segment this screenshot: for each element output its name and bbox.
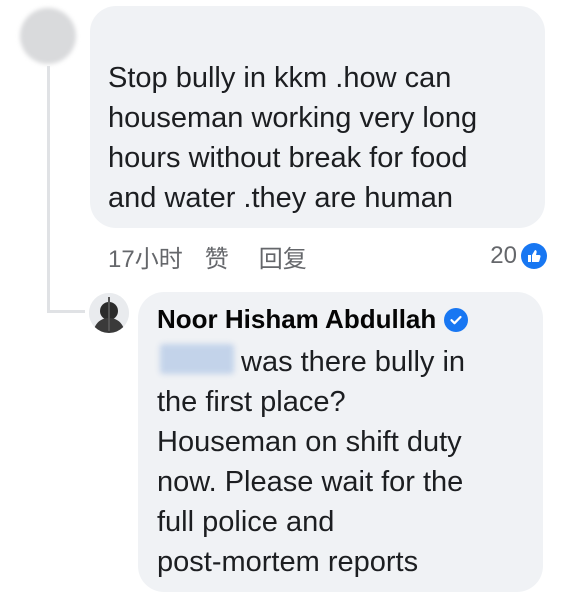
comment-text-line: and water .they are human xyxy=(108,182,453,214)
reply-text: was there bully in the first place? Hous… xyxy=(157,342,537,582)
comment-text-line: Stop bully in kkm .how can xyxy=(108,62,452,94)
reply-author-name[interactable]: Noor Hisham Abdullah xyxy=(157,304,436,335)
comment-author-avatar[interactable] xyxy=(20,8,76,64)
reply-text-line: Houseman on shift duty xyxy=(157,426,462,458)
like-button[interactable]: 赞 xyxy=(205,239,229,274)
reaction-count: 20 xyxy=(490,242,517,269)
comment-text-line: hours without break for food xyxy=(108,142,468,174)
reply-author-avatar[interactable] xyxy=(89,293,129,333)
reply-author-row: Noor Hisham Abdullah xyxy=(157,304,469,335)
comment-text-line: houseman working very long xyxy=(108,102,478,134)
reply-text-line: post-mortem reports xyxy=(157,546,419,578)
comment-text: Stop bully in kkm .how can houseman work… xyxy=(108,58,538,218)
reply-text-line: full police and xyxy=(157,506,335,538)
reply-text-line: now. Please wait for the xyxy=(157,466,464,498)
comment-actions: 17小时 赞 回复 xyxy=(108,239,307,274)
reply-button[interactable]: 回复 xyxy=(259,239,307,274)
reply-text-line: was there bully in xyxy=(241,346,466,378)
reply-text-line: the first place? xyxy=(157,386,346,418)
comment-timestamp[interactable]: 17小时 xyxy=(108,239,183,274)
verified-badge-icon xyxy=(444,307,469,332)
reaction-summary[interactable]: 20 xyxy=(490,240,547,272)
thread-connector-line xyxy=(47,66,50,313)
thread-connector-elbow xyxy=(47,310,85,313)
like-reaction-icon xyxy=(521,243,547,269)
